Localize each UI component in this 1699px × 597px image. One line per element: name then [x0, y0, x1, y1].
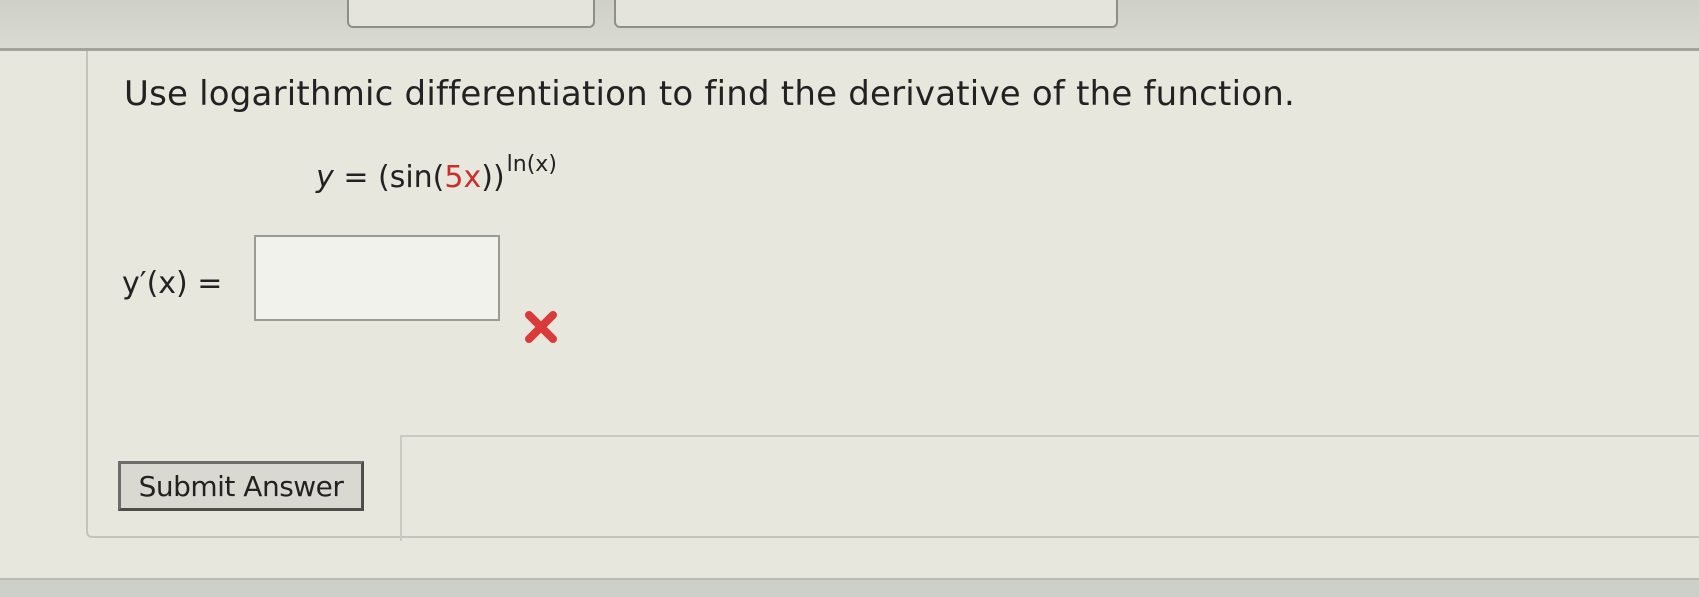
question-prompt: Use logarithmic differentiation to find … — [124, 74, 1295, 114]
equation-exponent: ln(x) — [506, 152, 557, 177]
incorrect-x-icon — [525, 311, 557, 343]
equation-base-open: (sin( — [378, 160, 445, 195]
submit-answer-button[interactable]: Submit Answer — [118, 461, 364, 511]
equation-equals: = — [343, 160, 369, 195]
bottom-strip — [0, 578, 1699, 597]
submit-area-frame — [400, 435, 1699, 541]
equation-base-arg: 5x — [444, 160, 482, 195]
top-tab-left[interactable] — [347, 0, 595, 28]
answer-label: y′(x) = — [122, 266, 223, 301]
answer-input[interactable] — [254, 235, 500, 321]
top-tab-right[interactable] — [614, 0, 1118, 28]
equation-lhs: y — [316, 160, 334, 195]
top-toolbar-strip — [0, 0, 1699, 48]
function-equation: y = (sin(5x))ln(x) — [316, 152, 557, 195]
equation-base-close: )) — [481, 160, 505, 195]
